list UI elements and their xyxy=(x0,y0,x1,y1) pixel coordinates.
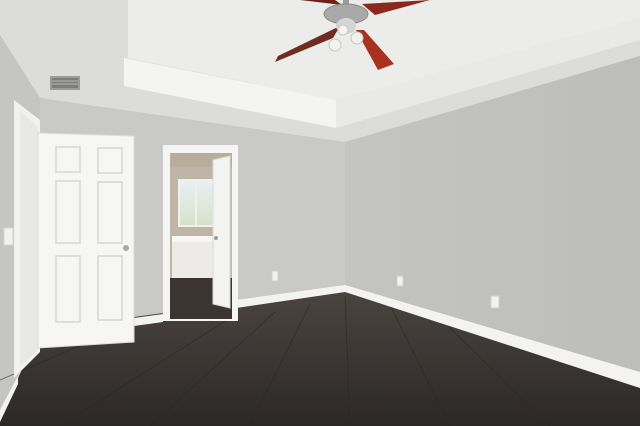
fan-light xyxy=(350,31,364,45)
room-scene xyxy=(0,0,640,426)
fan-light xyxy=(337,24,349,36)
bathtub xyxy=(172,236,216,278)
hvac-vent xyxy=(50,76,80,90)
wall-outlet xyxy=(271,270,279,282)
fan-light xyxy=(328,38,342,52)
open-white-door xyxy=(37,132,135,349)
wall-outlet xyxy=(490,295,500,309)
light-switch xyxy=(3,227,14,246)
entry-doorway-opening xyxy=(20,110,38,366)
bathroom-door xyxy=(212,155,231,309)
door-knob xyxy=(123,245,129,251)
wall-outlet xyxy=(396,275,404,287)
bathroom-doorway xyxy=(163,145,238,321)
